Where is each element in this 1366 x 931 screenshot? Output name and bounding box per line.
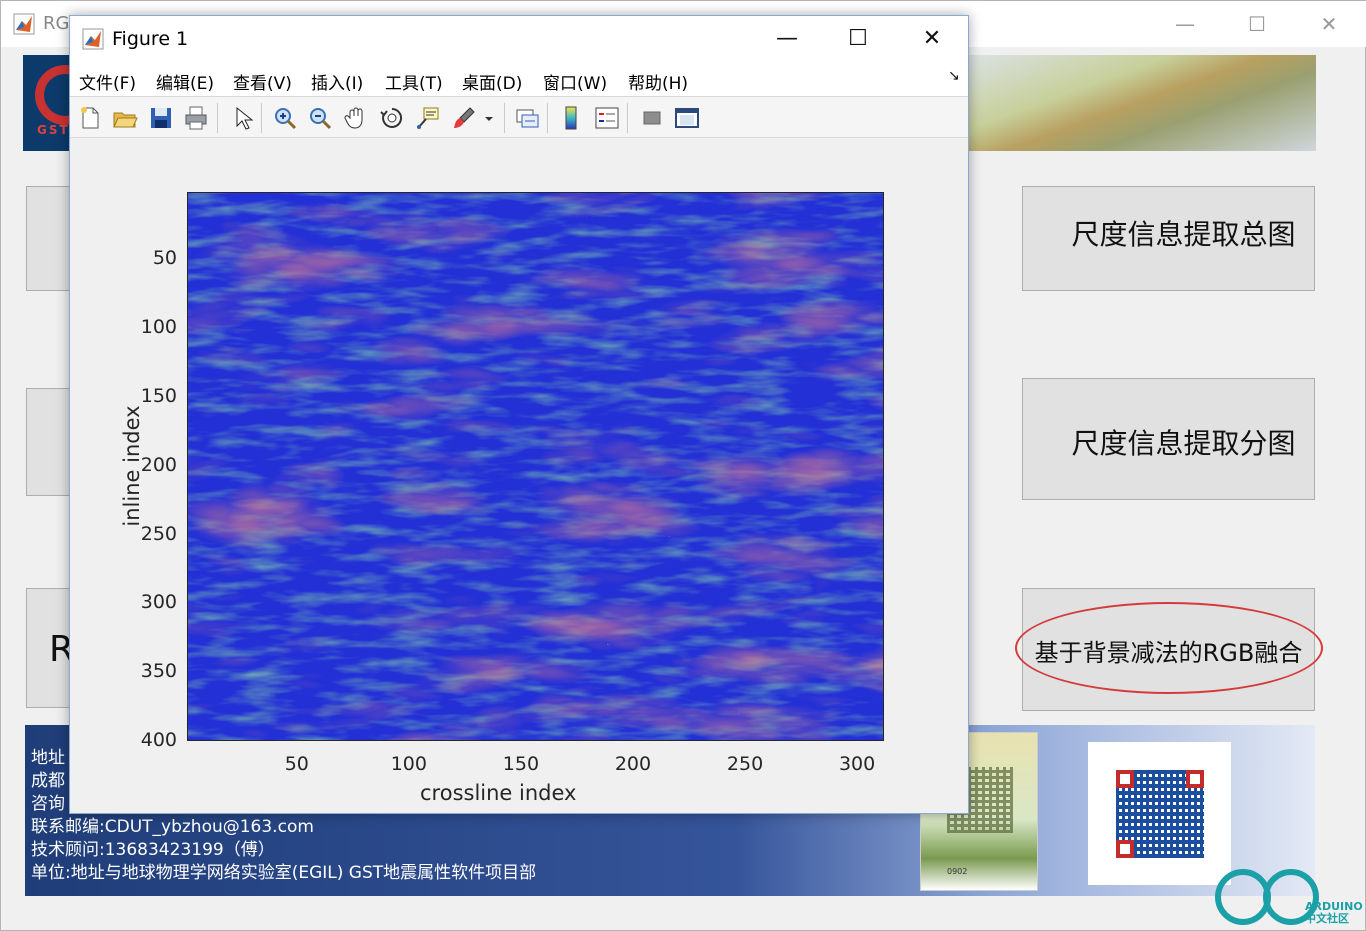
figure-window: Figure 1 — ☐ ✕ 文件(F) 编辑(E) 查看(V) 插入(I) 工… <box>69 15 969 814</box>
menu-tools[interactable]: 工具(T) <box>385 69 443 94</box>
logo-text: GST <box>37 123 70 137</box>
figure-titlebar[interactable]: Figure 1 — ☐ ✕ <box>70 16 968 62</box>
left-button-2[interactable]: I <box>26 388 76 496</box>
scale-info-total-button[interactable]: 尺度信息提取总图 <box>1022 186 1315 291</box>
watermark-line: 中文社区 <box>1305 912 1349 925</box>
toolbar-separator <box>504 103 505 133</box>
toolbar-separator <box>547 103 548 133</box>
button-label: 尺度信息提取分图 <box>1071 427 1296 460</box>
scale-info-partial-button[interactable]: 尺度信息提取分图 <box>1022 378 1315 500</box>
print-icon[interactable] <box>182 104 210 132</box>
zoom-in-icon[interactable] <box>271 104 299 132</box>
menu-edit[interactable]: 编辑(E) <box>156 69 214 94</box>
rotate-3d-icon[interactable] <box>378 104 406 132</box>
figure-close-button[interactable]: ✕ <box>912 24 952 54</box>
watermark-text: ARDUINO 中文社区 <box>1305 901 1363 925</box>
matlab-icon <box>13 13 35 35</box>
left-button-1[interactable] <box>26 186 74 291</box>
y-tick-label: 50 <box>152 247 177 270</box>
footer-phone: 技术顾问:13683423199（傅） <box>31 840 275 860</box>
figure-minimize-button[interactable]: — <box>767 24 807 54</box>
left-button-3[interactable]: R <box>26 588 74 708</box>
select-arrow-icon[interactable] <box>228 104 256 132</box>
menu-desktop[interactable]: 桌面(D) <box>462 69 522 94</box>
x-tick-label: 50 <box>284 753 309 775</box>
y-tick-label: 300 <box>140 591 177 614</box>
menu-help[interactable]: 帮助(H) <box>628 69 688 94</box>
y-tick-label: 350 <box>140 660 177 683</box>
figure-toolbar <box>70 96 968 138</box>
qr-code-card <box>1088 742 1231 885</box>
app-close-button[interactable]: ✕ <box>1309 9 1349 39</box>
matlab-icon <box>82 28 104 50</box>
arduino-watermark: ARDUINO 中文社区 <box>1211 867 1365 929</box>
footer-line: 咨询 <box>31 794 65 814</box>
y-tick-label: 400 <box>140 729 177 751</box>
hide-plot-tools-icon[interactable] <box>638 104 666 132</box>
figure-title: Figure 1 <box>112 28 189 50</box>
app-minimize-button[interactable]: — <box>1165 9 1205 39</box>
highlight-ellipse <box>1015 602 1323 694</box>
show-plot-tools-icon[interactable] <box>673 104 701 132</box>
qr-corner <box>1116 840 1134 858</box>
y-axis-label: inline index <box>120 405 144 527</box>
save-icon[interactable] <box>147 104 175 132</box>
zoom-out-icon[interactable] <box>306 104 334 132</box>
open-file-icon[interactable] <box>111 104 139 132</box>
app-title: RG <box>43 13 70 34</box>
x-axis-label: crossline index <box>420 781 577 805</box>
menu-file[interactable]: 文件(F) <box>79 69 136 94</box>
figure-canvas: 50 100 150 200 250 300 350 400 50 100 150 200 250 30… <box>70 138 968 813</box>
toolbar-separator <box>627 103 628 133</box>
qr-corner <box>1116 770 1134 788</box>
x-tick-label: 250 <box>726 753 764 775</box>
menu-bar: 文件(F) 编辑(E) 查看(V) 插入(I) 工具(T) 桌面(D) 窗口(W… <box>70 62 968 96</box>
y-tick-label: 100 <box>140 316 177 339</box>
x-tick-label: 100 <box>390 753 427 775</box>
toolbar-separator <box>217 103 218 133</box>
x-tick-label: 300 <box>838 753 876 775</box>
button-label: 尺度信息提取总图 <box>1071 218 1296 251</box>
new-figure-icon[interactable] <box>76 104 104 132</box>
footer-line: 地址 <box>31 748 65 768</box>
app-maximize-button[interactable]: ☐ <box>1237 9 1277 39</box>
image-axes[interactable] <box>187 192 884 741</box>
x-tick-label: 150 <box>502 753 540 775</box>
menu-insert[interactable]: 插入(I) <box>311 69 363 94</box>
figure-maximize-button[interactable]: ☐ <box>838 24 878 54</box>
footer-line: 成都 <box>31 771 65 791</box>
footer-email: 联系邮编:CDUT_ybzhou@163.com <box>31 817 314 837</box>
brush-dropdown-icon[interactable] <box>482 104 496 132</box>
colorbar-icon[interactable] <box>557 104 585 132</box>
terrain-map-image <box>956 55 1316 151</box>
legend-icon[interactable] <box>593 104 621 132</box>
pan-hand-icon[interactable] <box>342 104 370 132</box>
qr-corner <box>1186 770 1204 788</box>
dock-arrow-icon[interactable]: ↘ <box>948 68 960 84</box>
data-cursor-icon[interactable] <box>414 104 442 132</box>
link-plot-icon[interactable] <box>513 104 541 132</box>
brush-icon[interactable] <box>450 104 478 132</box>
seismic-attribute-image <box>188 193 883 740</box>
menu-window[interactable]: 窗口(W) <box>543 69 607 94</box>
toolbar-separator <box>261 103 262 133</box>
x-tick-label: 200 <box>614 753 652 775</box>
red-texture-layer <box>188 193 883 740</box>
footer-organization: 单位:地址与地球物理学网络实验室(EGIL) GST地震属性软件项目部 <box>31 863 537 883</box>
menu-view[interactable]: 查看(V) <box>233 69 292 94</box>
poster-caption: 0902 <box>947 867 968 876</box>
